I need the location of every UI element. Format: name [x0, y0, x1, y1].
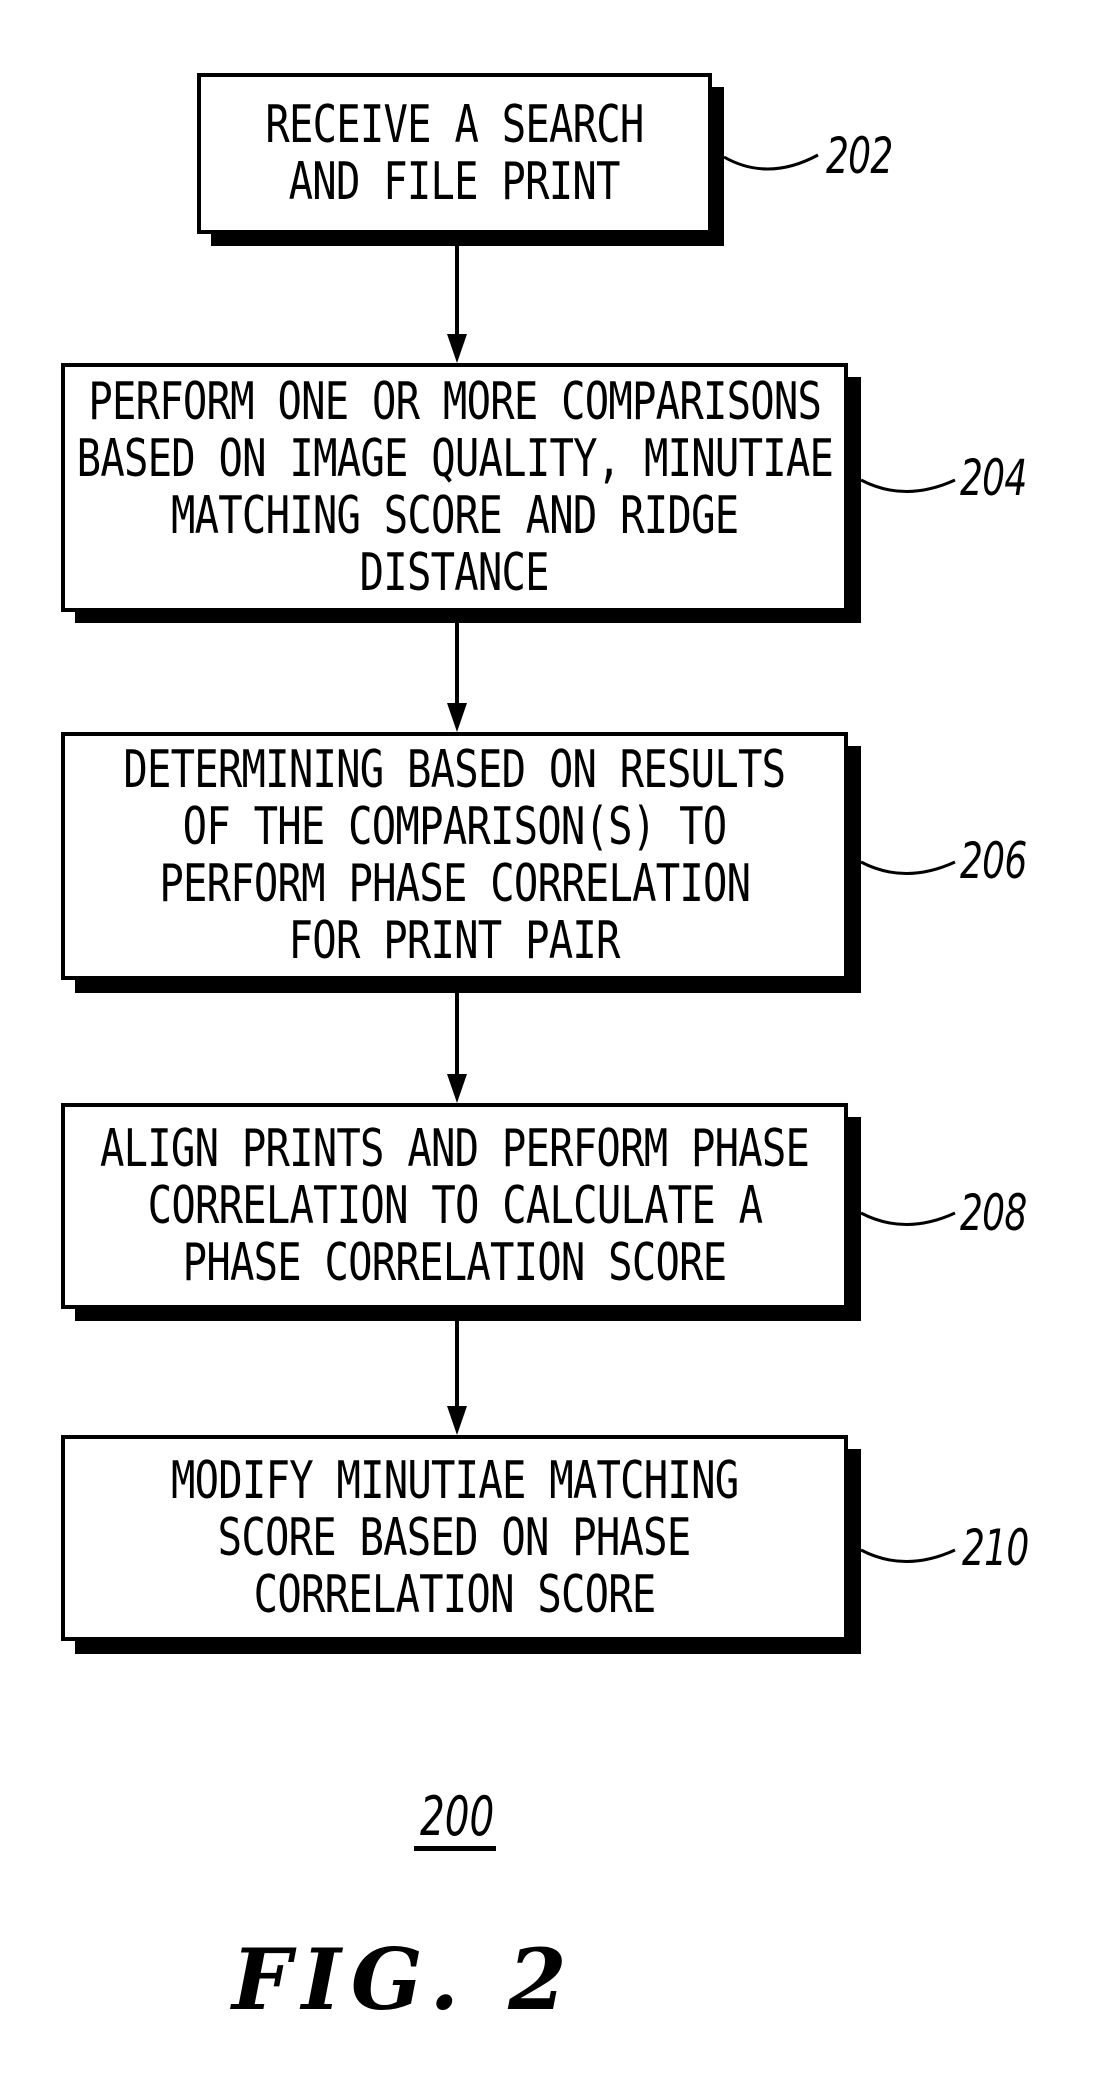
diagram-number-underline [414, 1846, 496, 1851]
arrow-208-210 [447, 1321, 467, 1435]
arrow-204-206 [447, 623, 467, 732]
ref-label-206: 206 [960, 832, 1027, 890]
leader-line-204 [860, 478, 956, 493]
flowchart-canvas: RECEIVE A SEARCH AND FILE PRINT PERFORM … [0, 0, 1094, 2078]
leader-line-206 [860, 860, 956, 875]
ref-label-204: 204 [960, 449, 1027, 507]
ref-label-210: 210 [962, 1519, 1029, 1577]
arrow-202-204 [447, 246, 467, 363]
diagram-number: 200 [420, 1785, 495, 1848]
leader-line-208 [860, 1211, 956, 1226]
connectors [447, 153, 956, 1563]
leader-line-210 [860, 1548, 956, 1563]
ref-label-202: 202 [826, 127, 893, 185]
figure-caption: FIG. 2 [232, 1930, 577, 2029]
arrow-206-208 [447, 993, 467, 1103]
ref-label-208: 208 [960, 1184, 1027, 1242]
leader-line-202 [723, 153, 819, 171]
